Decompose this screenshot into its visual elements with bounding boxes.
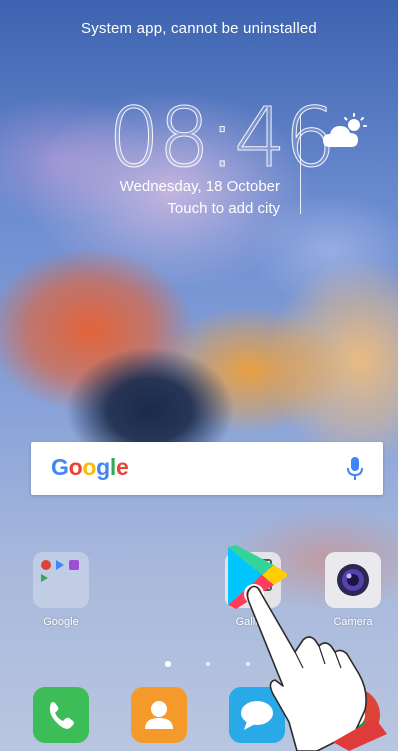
hand-pointer-icon — [244, 584, 387, 751]
google-logo-o2: o — [82, 454, 97, 480]
google-logo: Google — [51, 454, 129, 481]
page-dot-2 — [206, 662, 210, 666]
contacts-app[interactable] — [131, 687, 187, 743]
google-logo-g2: g — [96, 454, 110, 480]
clock-weather-divider — [300, 114, 301, 214]
google-folder-label: Google — [43, 616, 79, 628]
clock-date: Wednesday, 18 October — [119, 178, 280, 195]
google-logo-e: e — [115, 454, 129, 480]
google-logo-g: G — [51, 454, 69, 480]
google-folder[interactable]: Google — [31, 552, 91, 628]
contacts-icon — [145, 701, 173, 729]
phone-icon — [49, 702, 74, 729]
google-folder-icon — [33, 552, 89, 608]
add-city-hint[interactable]: Touch to add city — [167, 200, 280, 217]
home-screen: System app, cannot be uninstalled 08:46 … — [0, 0, 398, 751]
page-dot-1 — [165, 661, 171, 667]
phone-app[interactable] — [33, 687, 89, 743]
uninstall-toast: System app, cannot be uninstalled — [81, 20, 317, 37]
partly-cloudy-icon[interactable] — [320, 113, 370, 153]
google-logo-o1: o — [68, 454, 83, 480]
google-search-widget[interactable]: Google — [31, 442, 383, 495]
microphone-icon[interactable] — [345, 456, 365, 482]
